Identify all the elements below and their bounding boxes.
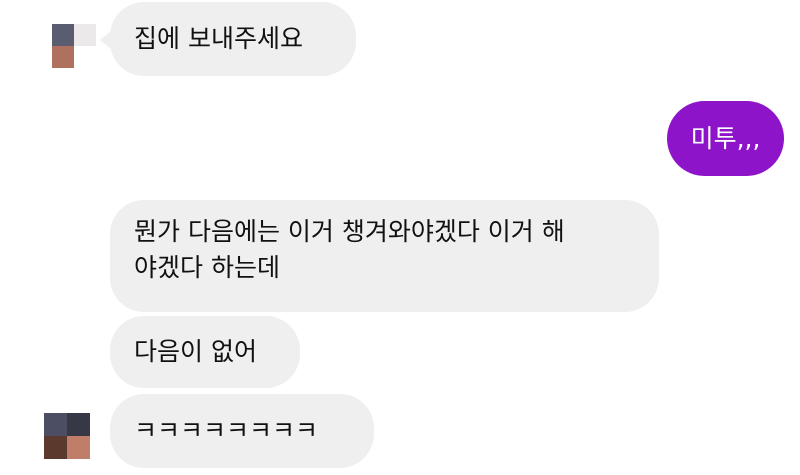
message-text: ㅋㅋㅋㅋㅋㅋㅋㅋ bbox=[134, 416, 319, 445]
message-text: 집에 보내주세요 bbox=[134, 24, 303, 53]
message-text-line: 뭔가 다음에는 이거 챙겨와야겠다 이거 해 bbox=[134, 217, 565, 246]
message-text-line: 야겠다 하는데 bbox=[134, 253, 280, 282]
message-bubble-incoming[interactable]: 다음이 없어 bbox=[110, 316, 300, 388]
message-bubble-incoming[interactable]: 뭔가 다음에는 이거 챙겨와야겠다 이거 해 야겠다 하는데 bbox=[110, 200, 659, 312]
message-bubble-incoming[interactable]: 집에 보내주세요 bbox=[110, 2, 356, 76]
message-text: 미투,,, bbox=[690, 123, 761, 153]
message-bubble-incoming[interactable]: ㅋㅋㅋㅋㅋㅋㅋㅋ bbox=[110, 394, 374, 468]
sender-avatar[interactable] bbox=[44, 413, 90, 459]
sender-avatar[interactable] bbox=[52, 24, 96, 68]
message-bubble-outgoing[interactable]: 미투,,, bbox=[667, 101, 784, 176]
message-text: 다음이 없어 bbox=[134, 337, 257, 366]
